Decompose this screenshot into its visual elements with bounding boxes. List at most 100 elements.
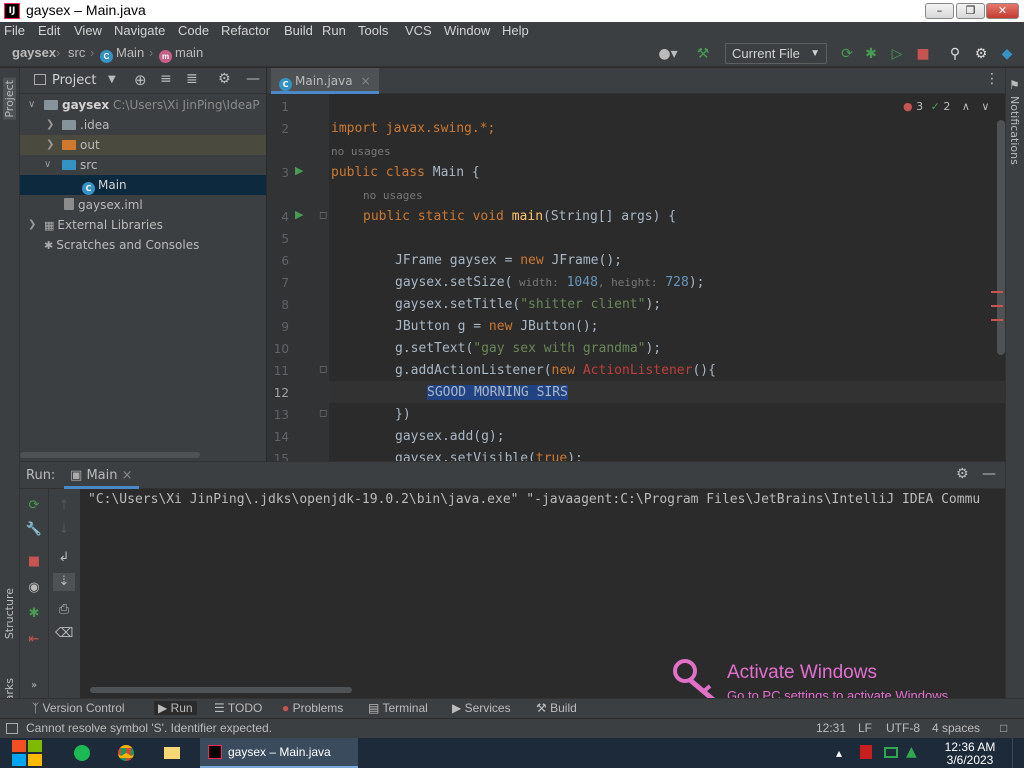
structure-tool-tab[interactable]: Structure [3, 588, 16, 639]
error-stripe-mark[interactable] [991, 319, 1003, 321]
coverage-icon[interactable]: ▷ [888, 45, 906, 63]
console-output[interactable]: "C:\Users\Xi JinPing\.jdks\openjdk-19.0.… [88, 492, 980, 507]
run-configuration-dropdown[interactable]: Current File ▼ [725, 43, 827, 64]
horizontal-scrollbar[interactable] [20, 452, 200, 458]
file-explorer-icon[interactable] [154, 741, 190, 765]
user-account-icon[interactable]: ●▾ [656, 45, 680, 63]
code-line-15[interactable]: gaysex.setVisible(true); [395, 448, 583, 461]
tree-item-main[interactable]: C Main [20, 175, 266, 195]
code-line-10[interactable]: g.setText("gay sex with grandma"); [395, 338, 661, 360]
tree-item-iml[interactable]: gaysex.iml [20, 195, 266, 215]
rerun-icon[interactable]: ⟳ [838, 45, 856, 63]
spotify-icon[interactable] [64, 741, 100, 765]
windows-start-icon[interactable] [10, 738, 44, 768]
menu-run[interactable]: Run [322, 22, 346, 40]
menu-code[interactable]: Code [178, 22, 209, 40]
tree-item-external-libraries[interactable]: ❯ ▦ External Libraries [20, 215, 266, 235]
debug-icon[interactable]: ✱ [862, 45, 880, 63]
notifications-bell-icon[interactable]: ⚑ [1009, 78, 1020, 92]
minimize-button[interactable]: – [925, 3, 954, 19]
breadcrumb-project[interactable]: gaysex [12, 45, 56, 60]
inspection-widget[interactable]: ● 3 ✓ 2 ∧ ∨ [903, 100, 989, 113]
run-class-icon[interactable]: ▶ [295, 164, 303, 177]
hide-minus-icon[interactable]: — [982, 466, 996, 482]
more-chevron-icon[interactable]: » [25, 677, 43, 695]
build-hammer-icon[interactable]: ⚒ [694, 45, 712, 63]
menu-build[interactable]: Build [284, 22, 313, 40]
code-line-9[interactable]: JButton g = new JButton(); [395, 316, 599, 338]
code-line-6[interactable]: JFrame gaysex = new JFrame(); [395, 250, 622, 272]
tool-services[interactable]: ▶ Services [452, 701, 511, 715]
project-view-selector[interactable]: Project [52, 73, 96, 88]
error-stripe-mark[interactable] [991, 305, 1003, 307]
chevron-down-icon[interactable]: ∨ [981, 100, 989, 113]
collapse-all-icon[interactable]: ≣ [186, 71, 198, 87]
tool-todo[interactable]: ☰ TODO [214, 701, 262, 715]
error-stripe-mark[interactable] [991, 291, 1003, 293]
menu-vcs[interactable]: VCS [405, 22, 432, 40]
soft-wrap-icon[interactable]: ↲ [55, 549, 73, 567]
tree-item-src[interactable]: ∨ src [20, 155, 266, 175]
menu-edit[interactable]: Edit [38, 22, 60, 40]
menu-refactor[interactable]: Refactor [221, 22, 270, 40]
close-tab-icon[interactable]: × [361, 74, 371, 88]
menu-file[interactable]: File [4, 22, 25, 40]
file-encoding[interactable]: UTF-8 [886, 721, 920, 735]
tab-main-java[interactable]: C Main.java × [271, 68, 379, 94]
trash-icon[interactable]: ⌫ [55, 625, 73, 643]
tree-item-out[interactable]: ❯ out [20, 135, 266, 155]
camera-icon[interactable]: ◉ [25, 579, 43, 597]
exit-icon[interactable]: ⇤ [25, 631, 43, 649]
close-tab-icon[interactable]: × [122, 468, 133, 483]
tray-chevron-up-icon[interactable]: ▴ [836, 746, 842, 760]
indent-setting[interactable]: 4 spaces [932, 721, 980, 735]
notifications-tool-tab[interactable]: Notifications [1008, 96, 1021, 165]
jetbrains-plugin-icon[interactable]: ◆ [998, 45, 1016, 63]
lock-icon[interactable]: □ [1000, 721, 1007, 735]
fold-icon[interactable]: ◻ [319, 408, 327, 419]
fold-icon[interactable]: ◻ [319, 210, 327, 221]
code-line-2[interactable]: import javax.swing.*; [331, 118, 495, 140]
code-line-13[interactable]: }) [395, 404, 411, 426]
menu-view[interactable]: View [74, 22, 102, 40]
tree-item-idea[interactable]: ❯ .idea [20, 115, 266, 135]
menu-navigate[interactable]: Navigate [114, 22, 165, 40]
stop-icon[interactable]: ■ [25, 553, 43, 571]
fold-icon[interactable]: ◻ [319, 364, 327, 375]
breadcrumb-method[interactable]: m main [159, 45, 203, 63]
cursor-position[interactable]: 12:31 [816, 721, 846, 735]
clock-date[interactable]: 3/6/2023 [942, 753, 998, 767]
code-line-14[interactable]: gaysex.add(g); [395, 426, 505, 448]
code-line-7[interactable]: gaysex.setSize( width: 1048, height: 728… [395, 272, 704, 294]
tool-version-control[interactable]: ᛉ Version Control [32, 701, 125, 715]
arrow-down-icon[interactable]: ↓ [55, 521, 73, 539]
chrome-icon[interactable] [108, 741, 144, 765]
chevron-up-icon[interactable]: ∧ [962, 100, 970, 113]
code-line-4[interactable]: public static void main(String[] args) { [363, 206, 676, 228]
taskbar-item-intellij[interactable]: gaysex – Main.java [200, 738, 358, 768]
gear-icon[interactable]: ⚙ [218, 71, 231, 87]
tray-flag-icon[interactable] [860, 745, 872, 759]
line-separator[interactable]: LF [858, 721, 872, 735]
clock-time[interactable]: 12:36 AM [942, 740, 998, 754]
tray-network-icon[interactable] [884, 747, 898, 758]
menu-help[interactable]: Help [502, 22, 529, 40]
expand-all-icon[interactable]: ≡ [160, 71, 172, 87]
gear-icon[interactable]: ⚙ [956, 466, 969, 482]
tool-run[interactable]: ▶ Run [154, 701, 197, 715]
breadcrumb-class[interactable]: C Main [100, 45, 144, 63]
show-desktop-button[interactable] [1012, 738, 1024, 768]
menu-window[interactable]: Window [444, 22, 490, 40]
print-icon[interactable]: ⎙ [55, 601, 73, 619]
scroll-to-end-icon[interactable]: ⇣ [53, 573, 75, 591]
tree-item-root[interactable]: ∨ gaysex C:\Users\Xi JinPing\IdeaP [20, 95, 266, 115]
code-line-11[interactable]: g.addActionListener(new ActionListener()… [395, 360, 716, 382]
arrow-up-icon[interactable]: ↑ [55, 497, 73, 515]
tray-volume-icon[interactable]: ▲ [906, 744, 917, 760]
settings-gear-icon[interactable]: ⚙ [972, 45, 990, 63]
debug-icon[interactable]: ✱ [25, 605, 43, 623]
tool-terminal[interactable]: ▤ Terminal [368, 701, 428, 715]
chevron-down-icon[interactable]: ▼ [108, 74, 116, 85]
status-message[interactable]: Cannot resolve symbol 'S'. Identifier ex… [26, 721, 272, 735]
maximize-button[interactable]: ❐ [956, 3, 985, 19]
